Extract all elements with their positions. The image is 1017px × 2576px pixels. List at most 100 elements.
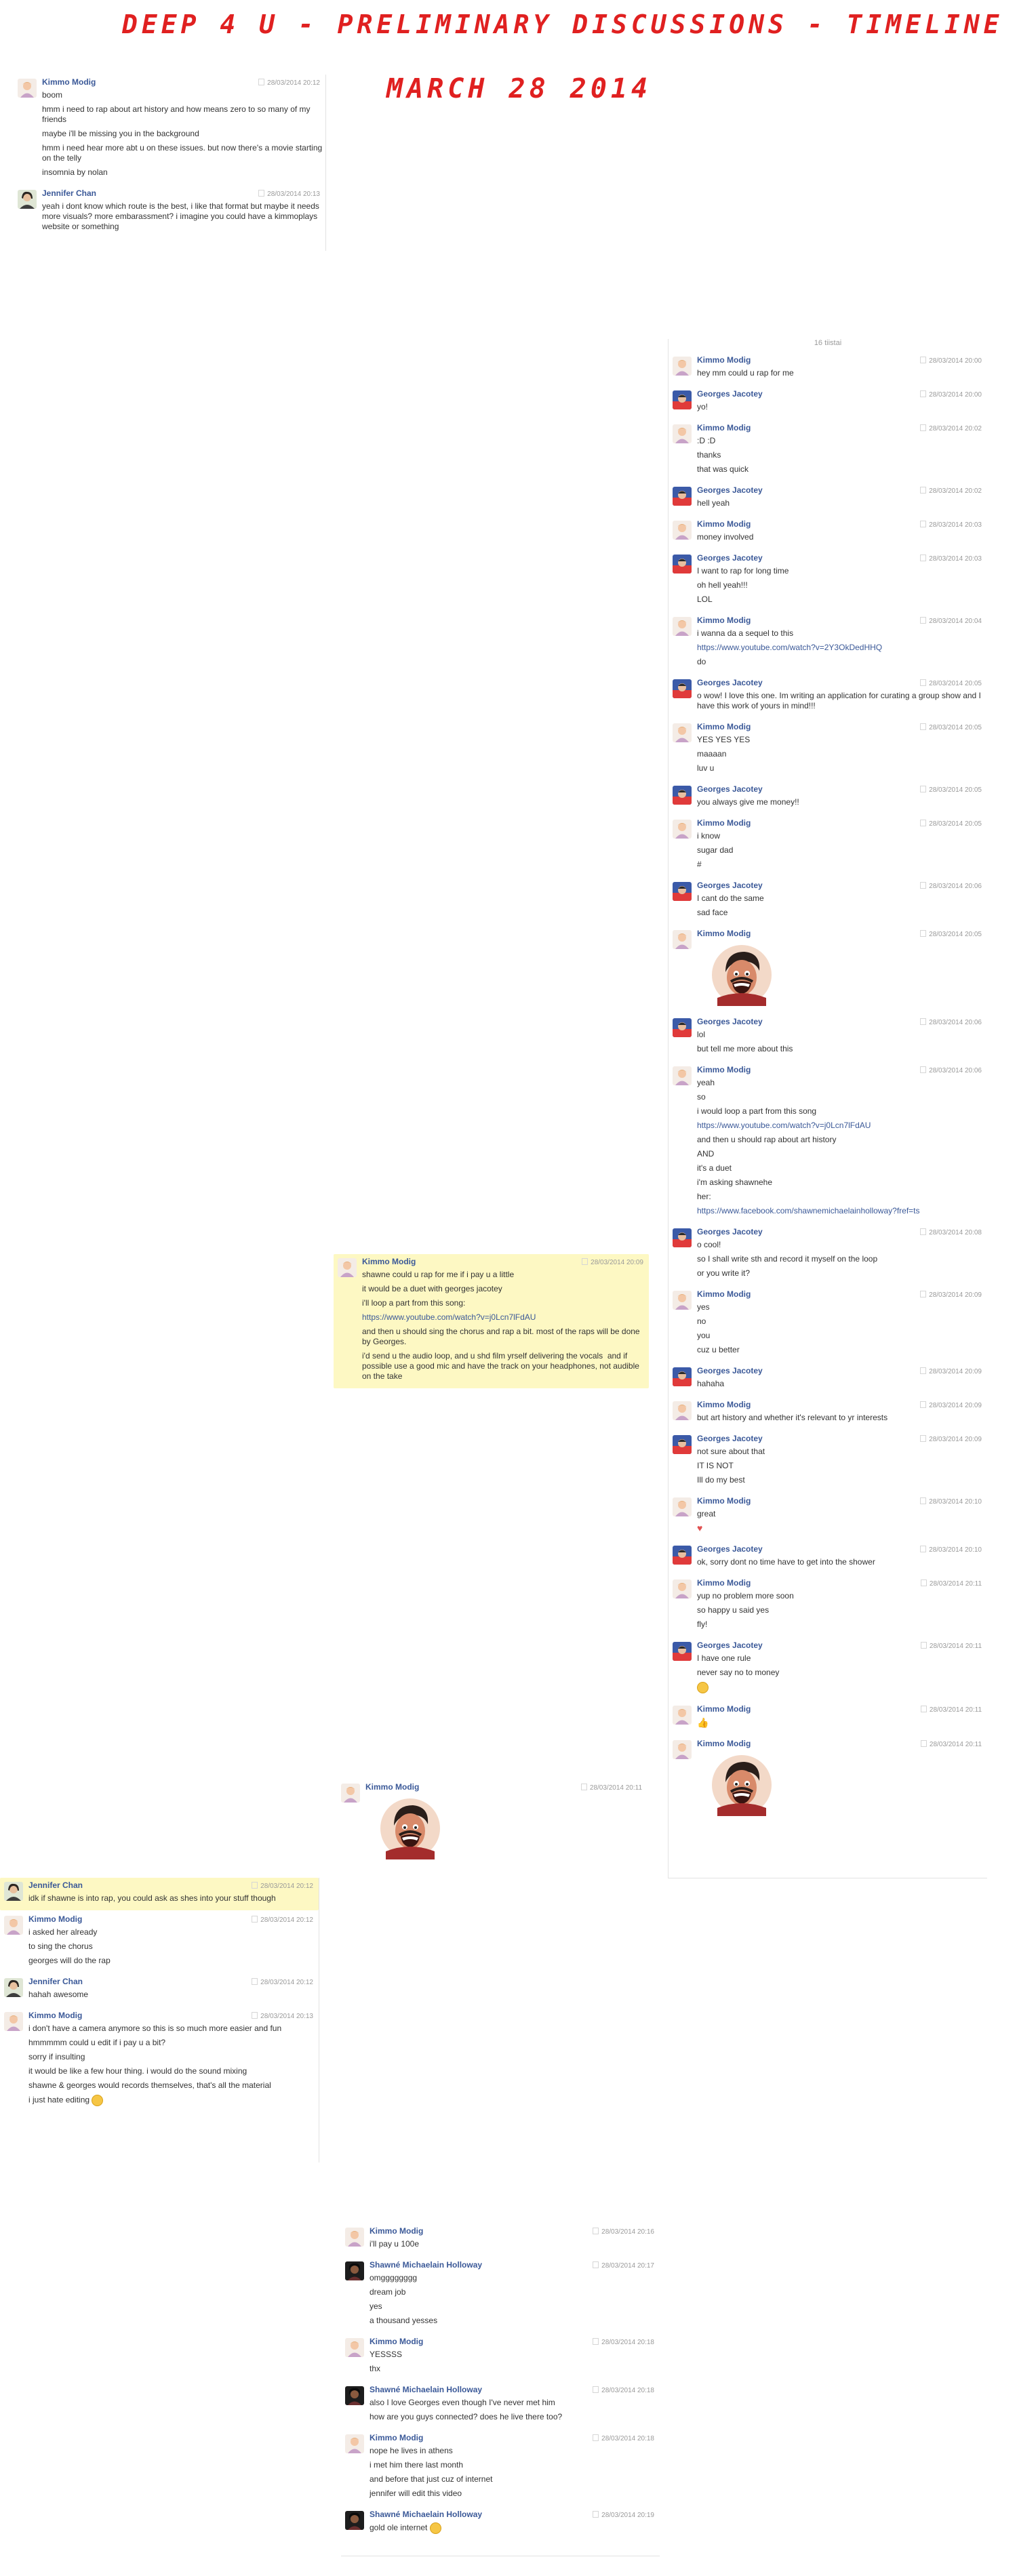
chat-message: Kimmo Modig 28/03/2014 20:11 👍: [669, 1702, 987, 1734]
smiley-emoji-icon: [92, 2095, 104, 2106]
avatar-kimmo[interactable]: [4, 2012, 23, 2031]
avatar-kimmo[interactable]: [18, 79, 37, 98]
message-line: it would be a duet with georges jacotey: [362, 1284, 646, 1294]
message-text: her:: [697, 1192, 711, 1201]
message-line: I cant do the same: [697, 893, 984, 904]
avatar-kimmo[interactable]: [673, 1706, 692, 1725]
message-text: never say no to money: [697, 1668, 780, 1678]
avatar-shawne[interactable]: [345, 2386, 364, 2405]
avatar-kimmo[interactable]: [673, 1579, 692, 1599]
chat-message: Kimmo Modig 28/03/2014 20:13 i don't have …: [0, 2008, 319, 2113]
avatar-kimmo[interactable]: [341, 1784, 360, 1803]
message-line: yeah: [697, 1078, 984, 1088]
message-text: boom: [42, 90, 63, 100]
message-line: no: [697, 1316, 984, 1327]
avatar-georges[interactable]: [673, 1435, 692, 1454]
message-link[interactable]: https://www.facebook.com/shawnemichaelai…: [697, 1206, 984, 1216]
message-text: oh hell yeah!!!: [697, 580, 748, 590]
message-line: it's a duet: [697, 1163, 984, 1173]
avatar-georges[interactable]: [673, 487, 692, 506]
avatar-georges[interactable]: [673, 1228, 692, 1247]
avatar-georges[interactable]: [673, 1367, 692, 1386]
message-text: i'd send u the audio loop, and u shd fil…: [362, 1351, 642, 1381]
avatar-jennifer[interactable]: [18, 190, 37, 209]
avatar-kimmo[interactable]: [345, 2434, 364, 2453]
message-timestamp: 28/03/2014 20:18: [593, 2434, 654, 2442]
message-text: no: [697, 1316, 706, 1326]
message-link[interactable]: https://www.youtube.com/watch?v=j0Lcn7lF…: [362, 1312, 646, 1323]
avatar-kimmo[interactable]: [673, 1066, 692, 1085]
avatar-shawne[interactable]: [345, 2261, 364, 2280]
message-timestamp: 28/03/2014 20:03: [920, 521, 982, 529]
avatar-georges[interactable]: [673, 679, 692, 698]
message-line: jennifer will edit this video: [370, 2489, 657, 2499]
avatar-georges[interactable]: [673, 555, 692, 573]
message-text: o cool!: [697, 1240, 721, 1249]
message-text: I cant do the same: [697, 893, 764, 903]
message-line: yes: [697, 1302, 984, 1312]
avatar-kimmo[interactable]: [673, 930, 692, 949]
message-text: hmm i need hear more abt u on these issu…: [42, 143, 325, 163]
message-line: yeah i dont know which route is the best…: [42, 201, 323, 232]
avatar-kimmo[interactable]: [673, 1497, 692, 1516]
avatar-kimmo[interactable]: [673, 820, 692, 839]
avatar-georges[interactable]: [673, 1018, 692, 1037]
message-text: great: [697, 1509, 716, 1518]
message-text: hell yeah: [697, 498, 730, 508]
message-text: i'll pay u 100e: [370, 2239, 420, 2249]
message-timestamp: 28/03/2014 20:05: [920, 723, 982, 731]
message-line: ♥: [697, 1523, 984, 1533]
message-link[interactable]: https://www.youtube.com/watch?v=j0Lcn7lF…: [697, 1121, 984, 1131]
message-text: so I shall write sth and record it mysel…: [697, 1254, 878, 1264]
avatar-kimmo[interactable]: [673, 1401, 692, 1420]
avatar-georges[interactable]: [673, 882, 692, 901]
message-timestamp: 28/03/2014 20:03: [920, 555, 982, 563]
message-line: i'm asking shawnehe: [697, 1178, 984, 1188]
avatar-kimmo[interactable]: [673, 357, 692, 376]
message-line: i just hate editing: [28, 2095, 316, 2106]
chat-message: Jennifer Chan 28/03/2014 20:13 yeah i dont…: [14, 186, 325, 239]
message-text: LOL: [697, 595, 713, 604]
avatar-jennifer[interactable]: [4, 1978, 23, 1997]
avatar-jennifer[interactable]: [4, 1882, 23, 1901]
avatar-kimmo[interactable]: [673, 617, 692, 636]
chat-message: Kimmo Modig 28/03/2014 20:02:D :D thanks th…: [669, 420, 987, 481]
message-line: dream job: [370, 2287, 657, 2297]
message-line: hmm i need hear more abt u on these issu…: [42, 143, 323, 163]
message-text: hey mm could u rap for me: [697, 368, 794, 378]
avatar-georges[interactable]: [673, 786, 692, 805]
avatar-georges[interactable]: [673, 1642, 692, 1662]
message-timestamp: 28/03/2014 20:06: [920, 1066, 982, 1074]
message-text: you always give me money!!: [697, 797, 799, 807]
chat-message: Kimmo Modig 28/03/2014 20:05 i know sugar d…: [669, 816, 987, 877]
avatar-shawne[interactable]: [345, 2511, 364, 2530]
avatar-kimmo[interactable]: [673, 521, 692, 540]
message-timestamp: 28/03/2014 20:09: [582, 1258, 643, 1266]
avatar-kimmo[interactable]: [338, 1258, 357, 1277]
message-timestamp: 28/03/2014 20:05: [920, 930, 982, 938]
message-line: hell yeah: [697, 498, 984, 508]
avatar-kimmo[interactable]: [673, 424, 692, 443]
avatar-georges[interactable]: [673, 1546, 692, 1565]
avatar-kimmo[interactable]: [345, 2338, 364, 2357]
message-text: lol: [697, 1030, 706, 1039]
avatar-georges[interactable]: [673, 390, 692, 409]
avatar-kimmo[interactable]: [673, 1739, 692, 1759]
message-text: not sure about that: [697, 1447, 765, 1456]
message-text: https://www.youtube.com/watch?v=2Y3OkDed…: [697, 643, 883, 652]
message-text: hahaha: [697, 1379, 725, 1388]
avatar-kimmo[interactable]: [4, 1916, 23, 1935]
message-line: i'll loop a part from this song:: [362, 1298, 646, 1308]
chat-message: Kimmo Modig 28/03/2014 20:06 yeah so i would…: [669, 1062, 987, 1223]
avatar-kimmo[interactable]: [673, 723, 692, 742]
avatar-kimmo[interactable]: [673, 1291, 692, 1310]
chat-message: Georges Jacotey 28/03/2014 20:10 ok, sorry…: [669, 1542, 987, 1574]
message-text: YESSSS: [370, 2350, 403, 2359]
message-text: but art history and whether it's relevan…: [697, 1413, 888, 1422]
avatar-kimmo[interactable]: [345, 2228, 364, 2247]
message-text: o wow! I love this one. Im writing an ap…: [697, 691, 984, 710]
message-text: i wanna da a sequel to this: [697, 628, 794, 638]
message-text: https://www.facebook.com/shawnemichaelai…: [697, 1206, 920, 1215]
message-line: fly!: [697, 1619, 984, 1630]
message-link[interactable]: https://www.youtube.com/watch?v=2Y3OkDed…: [697, 643, 984, 653]
